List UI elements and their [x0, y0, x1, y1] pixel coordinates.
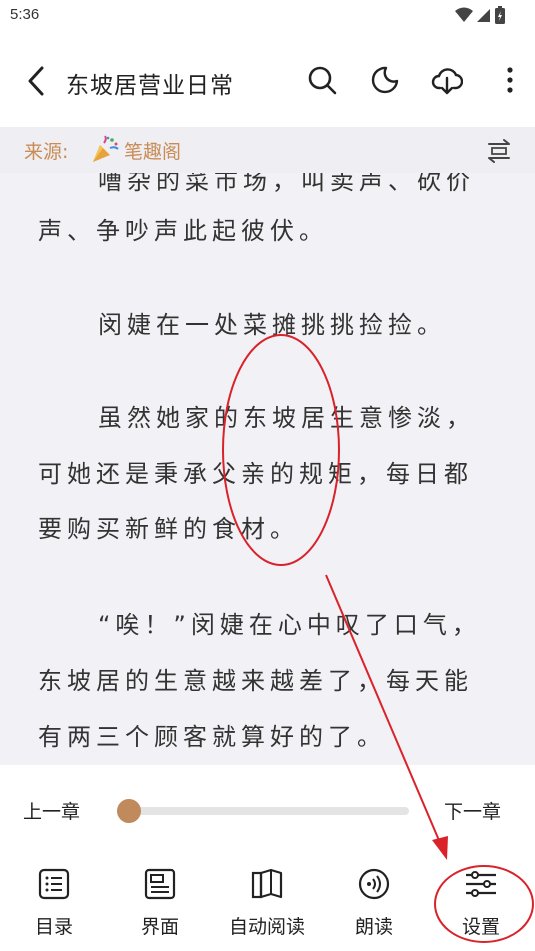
nav-label: 目录	[34, 916, 73, 938]
back-arrow-icon[interactable]	[22, 64, 52, 98]
text-line: 要购买新鲜的食材。	[38, 515, 299, 543]
text-line: 虽然她家的东坡居生意惨淡，	[98, 404, 475, 432]
status-time: 5:36	[10, 6, 40, 23]
page-title: 东坡居营业日常	[66, 73, 234, 99]
chapter-slider-track[interactable]	[119, 807, 409, 815]
search-icon[interactable]	[306, 64, 338, 96]
chapter-slider-thumb[interactable]	[117, 799, 141, 823]
nav-item-read-aloud[interactable]: 朗读	[324, 860, 424, 951]
nav-label: 界面	[140, 916, 179, 938]
next-chapter-button[interactable]: 下一章	[444, 797, 501, 824]
wifi-icon	[455, 7, 473, 22]
bottom-nav: 目录 界面 自动阅读 朗读 设置	[0, 860, 535, 951]
more-vertical-icon[interactable]	[494, 64, 526, 96]
signal-icon	[477, 9, 490, 22]
text-line: 东坡居的生意越来越差了，每天能	[38, 667, 473, 695]
reader-content[interactable]: 嘈杂的菜市场，叫卖声、砍价 声、争吵声此起彼伏。 闵婕在一处菜摊挑挑捡捡。 虽然…	[0, 173, 535, 765]
switch-source-icon[interactable]	[484, 136, 514, 166]
status-bar: 5:36	[0, 0, 535, 32]
nav-item-layout[interactable]: 界面	[110, 860, 210, 951]
sliders-icon	[466, 871, 496, 897]
text-line: 有两三个顾客就算好的了。	[38, 723, 386, 751]
text-line: 声、争吵声此起彼伏。	[38, 217, 328, 245]
prev-chapter-button[interactable]: 上一章	[23, 797, 80, 824]
source-label: 来源:	[24, 141, 69, 163]
cloud-download-icon[interactable]	[431, 64, 463, 96]
nav-label: 自动阅读	[228, 916, 305, 938]
text-line: “唉！”闵婕在心中叹了口气，	[98, 611, 481, 639]
app-bar: 东坡居营业日常	[0, 46, 535, 116]
battery-icon	[495, 6, 505, 24]
toc-list-icon	[38, 868, 70, 900]
book-icon	[251, 868, 283, 899]
text-line: 闵婕在一处菜摊挑挑捡捡。	[98, 311, 446, 339]
night-mode-icon[interactable]	[369, 64, 401, 96]
annotation-arrow-head	[432, 836, 448, 860]
nav-item-toc[interactable]: 目录	[4, 860, 104, 951]
party-popper-icon	[93, 135, 119, 162]
nav-label: 设置	[461, 916, 500, 938]
source-bar[interactable]: 来源: 笔趣阁	[0, 127, 535, 173]
text-line: 可她还是秉承父亲的规矩，每日都	[38, 460, 473, 488]
layout-icon	[144, 868, 176, 900]
status-icons	[455, 6, 505, 24]
chapter-progress-row: 上一章 下一章	[0, 784, 535, 838]
read-aloud-icon	[358, 868, 390, 900]
nav-item-settings[interactable]: 设置	[431, 860, 531, 951]
source-name: 笔趣阁	[124, 141, 182, 163]
nav-item-auto-read[interactable]: 自动阅读	[217, 860, 317, 951]
nav-label: 朗读	[354, 916, 393, 938]
